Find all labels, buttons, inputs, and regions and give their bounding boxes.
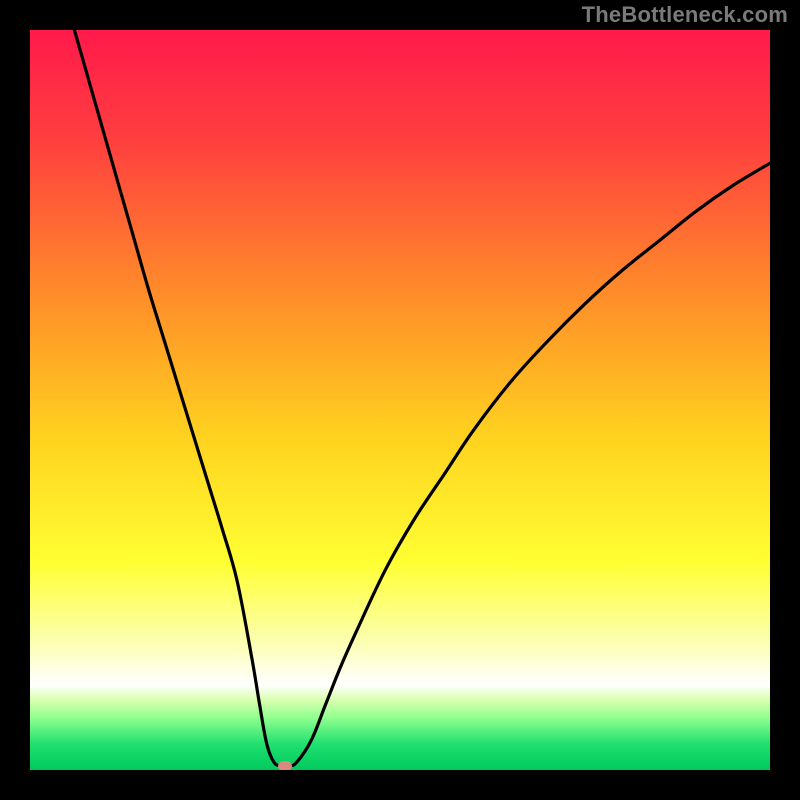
- plot-area: [30, 30, 770, 770]
- watermark-text: TheBottleneck.com: [582, 2, 788, 28]
- gradient-background: [30, 30, 770, 770]
- optimal-point-marker: [278, 761, 292, 770]
- chart-frame: TheBottleneck.com: [0, 0, 800, 800]
- chart-svg: [30, 30, 770, 770]
